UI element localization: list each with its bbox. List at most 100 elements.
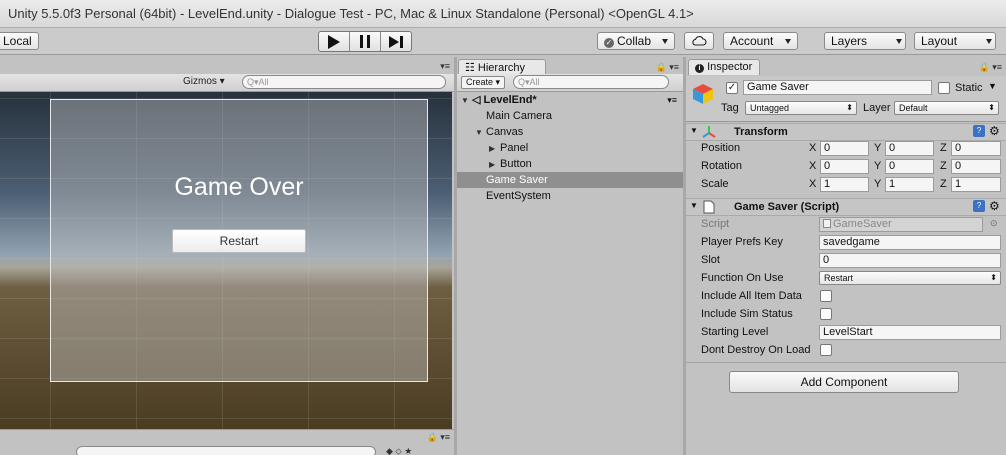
axis-label[interactable]: Y [874,142,881,154]
axis-label[interactable]: Y [874,178,881,190]
tab-inspector[interactable]: i Inspector [688,59,760,75]
expand-right-icon[interactable]: ▶ [489,141,500,157]
hierarchy-item-label: Button [500,158,532,170]
hierarchy-item[interactable]: ▶ Panel [457,140,683,156]
hierarchy-item[interactable]: ▶ Button [457,156,683,172]
scale-field[interactable]: 1 [820,177,869,192]
rotation-field[interactable]: 0 [820,159,869,174]
foldout-down-icon[interactable]: ▼ [690,126,698,135]
position-field[interactable]: 0 [951,141,1001,156]
collab-check-icon: ✓ [604,38,614,48]
position-field[interactable]: 0 [820,141,869,156]
script-small-icon [823,219,831,228]
hierarchy-item-label: Panel [500,142,529,154]
game-over-text: Game Over [174,173,304,201]
static-checkbox[interactable] [938,82,950,94]
bottom-panel-menu-icon[interactable]: 🔒 ▾≡ [427,432,450,443]
axis-label[interactable]: Y [874,160,881,172]
rotation-field[interactable]: 0 [951,159,1001,174]
help-book-icon[interactable]: ? [973,125,985,137]
scene-viewport[interactable]: Game Over Restart [0,92,452,429]
axis-label[interactable]: Z [940,178,947,190]
hierarchy-item[interactable]: ▼ Canvas [457,124,683,140]
scene-tab-row: ▾≡ [0,57,454,74]
include-all-item-data-checkbox[interactable] [820,290,832,302]
expand-down-icon[interactable]: ▼ [461,93,472,109]
pivot-local-toggle[interactable]: Local [0,32,39,50]
hierarchy-list-icon: ☷ [465,62,478,74]
expand-right-icon[interactable]: ▶ [489,157,500,173]
axis-label[interactable]: X [809,142,816,154]
axis-label[interactable]: Z [940,142,947,154]
scene-panel-menu-icon[interactable]: ▾≡ [440,61,450,72]
axis-label[interactable]: Z [940,160,947,172]
hierarchy-item[interactable]: Game Saver [457,172,683,188]
foldout-down-icon[interactable]: ▼ [690,201,698,210]
scene-search-input[interactable]: Q▾All [242,75,446,89]
inspector-panel: i Inspector 🔒 ▾≡ ✓ Game Saver Static ▼ T… [686,57,1006,455]
help-book-icon[interactable]: ? [973,200,985,212]
gameobject-active-checkbox[interactable]: ✓ [726,82,738,94]
gameobject-name-field[interactable]: Game Saver [743,80,932,95]
rotation-field[interactable]: 0 [885,159,934,174]
updown-icon: ⬍ [988,103,995,112]
hierarchy-item[interactable]: Main Camera [457,108,683,124]
pause-button[interactable] [350,32,381,51]
dont-destroy-on-load-checkbox[interactable] [820,344,832,356]
include-sim-status-checkbox[interactable] [820,308,832,320]
account-dropdown[interactable]: Account [723,32,798,50]
create-dropdown[interactable]: Create ▾ [461,76,506,89]
add-component-button[interactable]: Add Component [729,371,959,393]
create-label: Create [466,77,494,87]
collab-dropdown[interactable]: ✓ Collab [597,32,676,50]
hierarchy-panel: ☷ Hierarchy 🔒 ▾≡ Create ▾ Q▾All ▼ ◁ ▾≡ Lev… [457,57,683,455]
hierarchy-tab-label: Hierarchy [477,62,525,74]
step-button[interactable] [381,32,411,51]
step-icon [389,35,403,48]
project-filter-icons[interactable]: ◆ ⬦ ★ [386,446,412,455]
position-field[interactable]: 0 [885,141,934,156]
slot-field[interactable]: 0 [819,253,1001,268]
tab-hierarchy[interactable]: ☷ Hierarchy [458,59,546,75]
function-on-use-dropdown[interactable]: Restart ⬍ [819,271,1001,285]
include-sim-status-label: Include Sim Status [701,308,793,320]
object-picker-icon[interactable]: ⊙ [990,218,998,229]
tag-dropdown[interactable]: Untagged ⬍ [745,101,857,115]
layers-dropdown[interactable]: Layers [824,32,906,50]
updown-icon: ⬍ [846,103,853,112]
cloud-button[interactable] [684,32,714,50]
restart-button[interactable]: Restart [172,229,306,253]
script-reference-field: GameSaver [819,217,983,232]
hierarchy-item[interactable]: EventSystem [457,188,683,204]
axis-label[interactable]: X [809,160,816,172]
hierarchy-item[interactable]: ▼ ◁ ▾≡ LevelEnd* [457,92,683,108]
game-saver-component-header[interactable]: ▼ Game Saver (Script) ? ⚙ [686,198,1006,216]
hierarchy-search-input[interactable]: Q▾All [513,75,669,89]
play-button[interactable] [319,32,350,51]
window-titlebar: Unity 5.5.0f3 Personal (64bit) - LevelEn… [0,0,1006,28]
inspector-lock-menu-icon[interactable]: 🔒 ▾≡ [979,62,1002,73]
ui-canvas-panel[interactable]: Game Over Restart [50,99,428,382]
bottom-panel: 🔒 ▾≡ ◆ ⬦ ★ [0,429,454,455]
transform-axes-icon [702,126,716,138]
player-prefs-key-field[interactable]: savedgame [819,235,1001,250]
layout-dropdown[interactable]: Layout [914,32,996,50]
static-dropdown-icon[interactable]: ▼ [988,81,997,91]
scale-field[interactable]: 1 [885,177,934,192]
scale-field[interactable]: 1 [951,177,1001,192]
gear-icon[interactable]: ⚙ [989,124,1000,138]
window-title: Unity 5.5.0f3 Personal (64bit) - LevelEn… [8,6,694,21]
hierarchy-item-label: Canvas [486,126,524,138]
gizmos-dropdown[interactable]: Gizmos ▾ [183,76,225,87]
layer-dropdown[interactable]: Default ⬍ [894,101,999,115]
gear-icon[interactable]: ⚙ [989,199,1000,213]
axis-label[interactable]: X [809,178,816,190]
scale-label: Scale [701,178,729,190]
project-search-input[interactable] [76,446,376,455]
hierarchy-lock-menu-icon[interactable]: 🔒 ▾≡ [656,62,679,73]
layer-value: Default [899,103,928,113]
expand-down-icon[interactable]: ▼ [475,125,486,141]
transform-component-header[interactable]: ▼ Transform ? ⚙ [686,123,1006,141]
starting-level-field[interactable]: LevelStart [819,325,1001,340]
scene-menu-icon[interactable]: ▾≡ [667,92,677,108]
